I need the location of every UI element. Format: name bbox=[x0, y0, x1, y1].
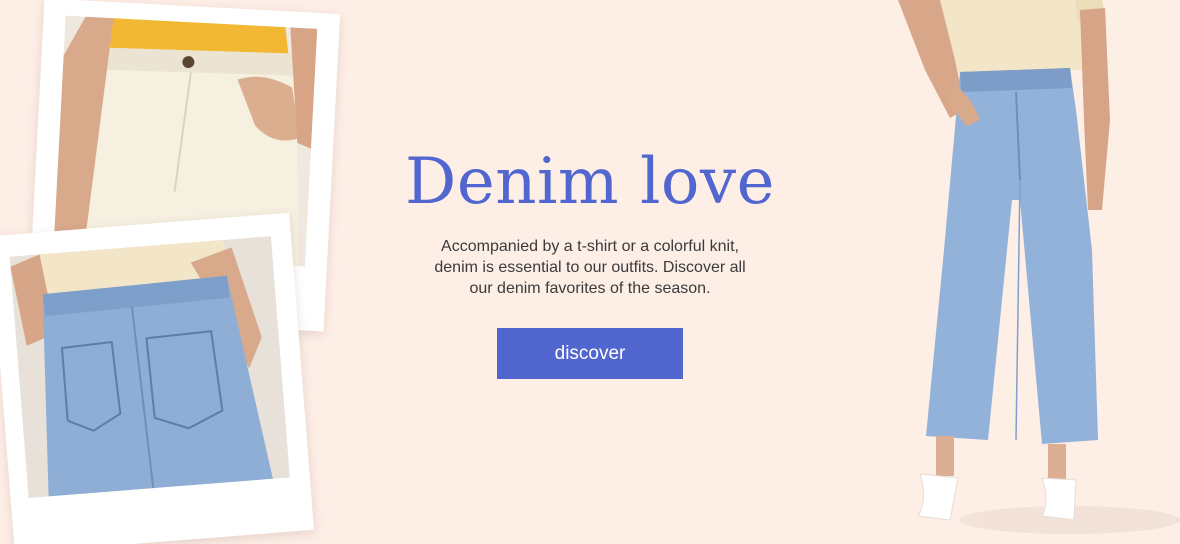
denim-back-image bbox=[9, 236, 290, 499]
discover-button[interactable]: discover bbox=[497, 328, 683, 379]
description-line: Accompanied by a t-shirt or a colorful k… bbox=[441, 238, 739, 255]
banner-description: Accompanied by a t-shirt or a colorful k… bbox=[400, 236, 780, 299]
description-line: our denim favorites of the season. bbox=[469, 280, 711, 297]
promo-banner: Denim love Accompanied by a t-shirt or a… bbox=[0, 0, 1180, 544]
description-line: denim is essential to our outfits. Disco… bbox=[434, 259, 746, 276]
banner-headline: Denim love bbox=[405, 145, 775, 219]
polaroid-photo-denim-back bbox=[0, 212, 315, 544]
model-wide-leg-jeans-image bbox=[870, 0, 1180, 544]
